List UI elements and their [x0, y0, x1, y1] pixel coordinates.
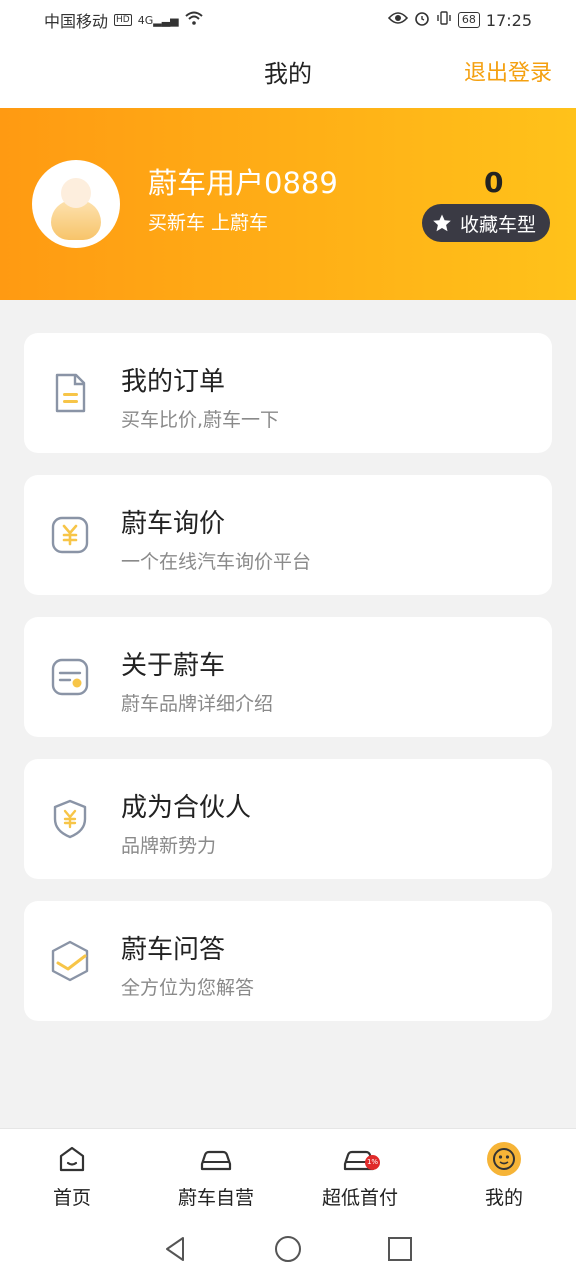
home-circle-icon[interactable] — [273, 1234, 303, 1264]
tagline: 买新车 上蔚车 — [148, 212, 269, 234]
wifi-icon — [184, 11, 203, 29]
menu-subtitle: 蔚车品牌详细介绍 — [121, 693, 274, 715]
recents-icon[interactable] — [385, 1234, 415, 1264]
menu-subtitle: 买车比价,蔚车一下 — [121, 409, 280, 431]
menu-title: 蔚车问答 — [121, 935, 226, 965]
tab-self-operated[interactable]: 蔚车自营 — [144, 1129, 288, 1219]
discount-badge: 1% — [365, 1155, 380, 1170]
logout-button[interactable]: 退出登录 — [464, 40, 552, 108]
vibrate-icon — [436, 10, 452, 30]
yuan-icon — [51, 516, 89, 554]
tab-mine[interactable]: 我的 — [432, 1129, 576, 1219]
alarm-icon — [414, 10, 430, 30]
menu-subtitle: 全方位为您解答 — [121, 977, 255, 999]
menu-item-about[interactable]: 关于蔚车 蔚车品牌详细介绍 — [24, 617, 552, 737]
menu-item-qa[interactable]: 蔚车问答 全方位为您解答 — [24, 901, 552, 1021]
favorites-count: 0 — [484, 166, 504, 199]
menu-title: 蔚车询价 — [121, 509, 226, 539]
network-type: 4G — [137, 13, 154, 27]
battery-icon: 68 — [457, 12, 480, 28]
menu-title: 关于蔚车 — [121, 651, 226, 681]
car-discount-icon: 1% — [342, 1141, 380, 1177]
username: 蔚车用户0889 — [148, 166, 338, 200]
hexagon-check-icon — [51, 940, 89, 982]
menu-title: 成为合伙人 — [121, 793, 252, 823]
document-icon — [55, 373, 86, 413]
star-icon — [433, 214, 451, 232]
tab-label: 首页 — [52, 1187, 91, 1209]
avatar-head — [61, 178, 91, 208]
menu-item-orders[interactable]: 我的订单 买车比价,蔚车一下 — [24, 333, 552, 453]
menu-subtitle: 一个在线汽车询价平台 — [121, 551, 312, 573]
signal-icon: 4G▂▃▅ — [137, 13, 179, 27]
nav-bar: 我的 退出登录 — [0, 40, 576, 108]
smiley-icon — [486, 1141, 522, 1177]
menu-subtitle: 品牌新势力 — [121, 835, 217, 857]
favorites-button[interactable]: 收藏车型 — [421, 204, 550, 242]
tab-label: 超低首付 — [321, 1187, 398, 1209]
shield-yuan-icon — [53, 799, 87, 839]
hd-icon: HD — [114, 14, 132, 26]
system-nav-bar — [0, 1218, 576, 1280]
back-icon[interactable] — [161, 1234, 191, 1264]
tab-label: 我的 — [484, 1187, 523, 1209]
menu-list: 我的订单 买车比价,蔚车一下 蔚车询价 一个在线汽车询价平台 关于蔚车 蔚车品牌… — [24, 333, 552, 1043]
tab-home[interactable]: 首页 — [0, 1129, 144, 1219]
menu-title: 我的订单 — [121, 367, 226, 397]
eye-icon — [387, 11, 408, 29]
tab-low-downpayment[interactable]: 1% 超低首付 — [288, 1129, 432, 1219]
home-icon — [54, 1141, 90, 1177]
clock: 17:25 — [485, 10, 532, 30]
profile-banner: 蔚车用户0889 买新车 上蔚车 0 收藏车型 — [0, 108, 576, 300]
menu-item-inquiry[interactable]: 蔚车询价 一个在线汽车询价平台 — [24, 475, 552, 595]
status-bar: 中国移动 HD 4G▂▃▅ 68 17:25 — [0, 0, 576, 40]
status-left: 中国移动 HD 4G▂▃▅ — [44, 8, 203, 32]
tab-label: 蔚车自营 — [177, 1187, 254, 1209]
avatar[interactable] — [32, 160, 120, 248]
status-right: 68 17:25 — [387, 10, 532, 30]
car-icon — [198, 1141, 234, 1177]
favorites-label: 收藏车型 — [459, 213, 536, 236]
menu-item-partner[interactable]: 成为合伙人 品牌新势力 — [24, 759, 552, 879]
tab-bar: 首页 蔚车自营 1% 超低首付 我的 — [0, 1128, 576, 1219]
carrier-name: 中国移动 — [44, 12, 109, 31]
card-icon — [51, 658, 89, 696]
